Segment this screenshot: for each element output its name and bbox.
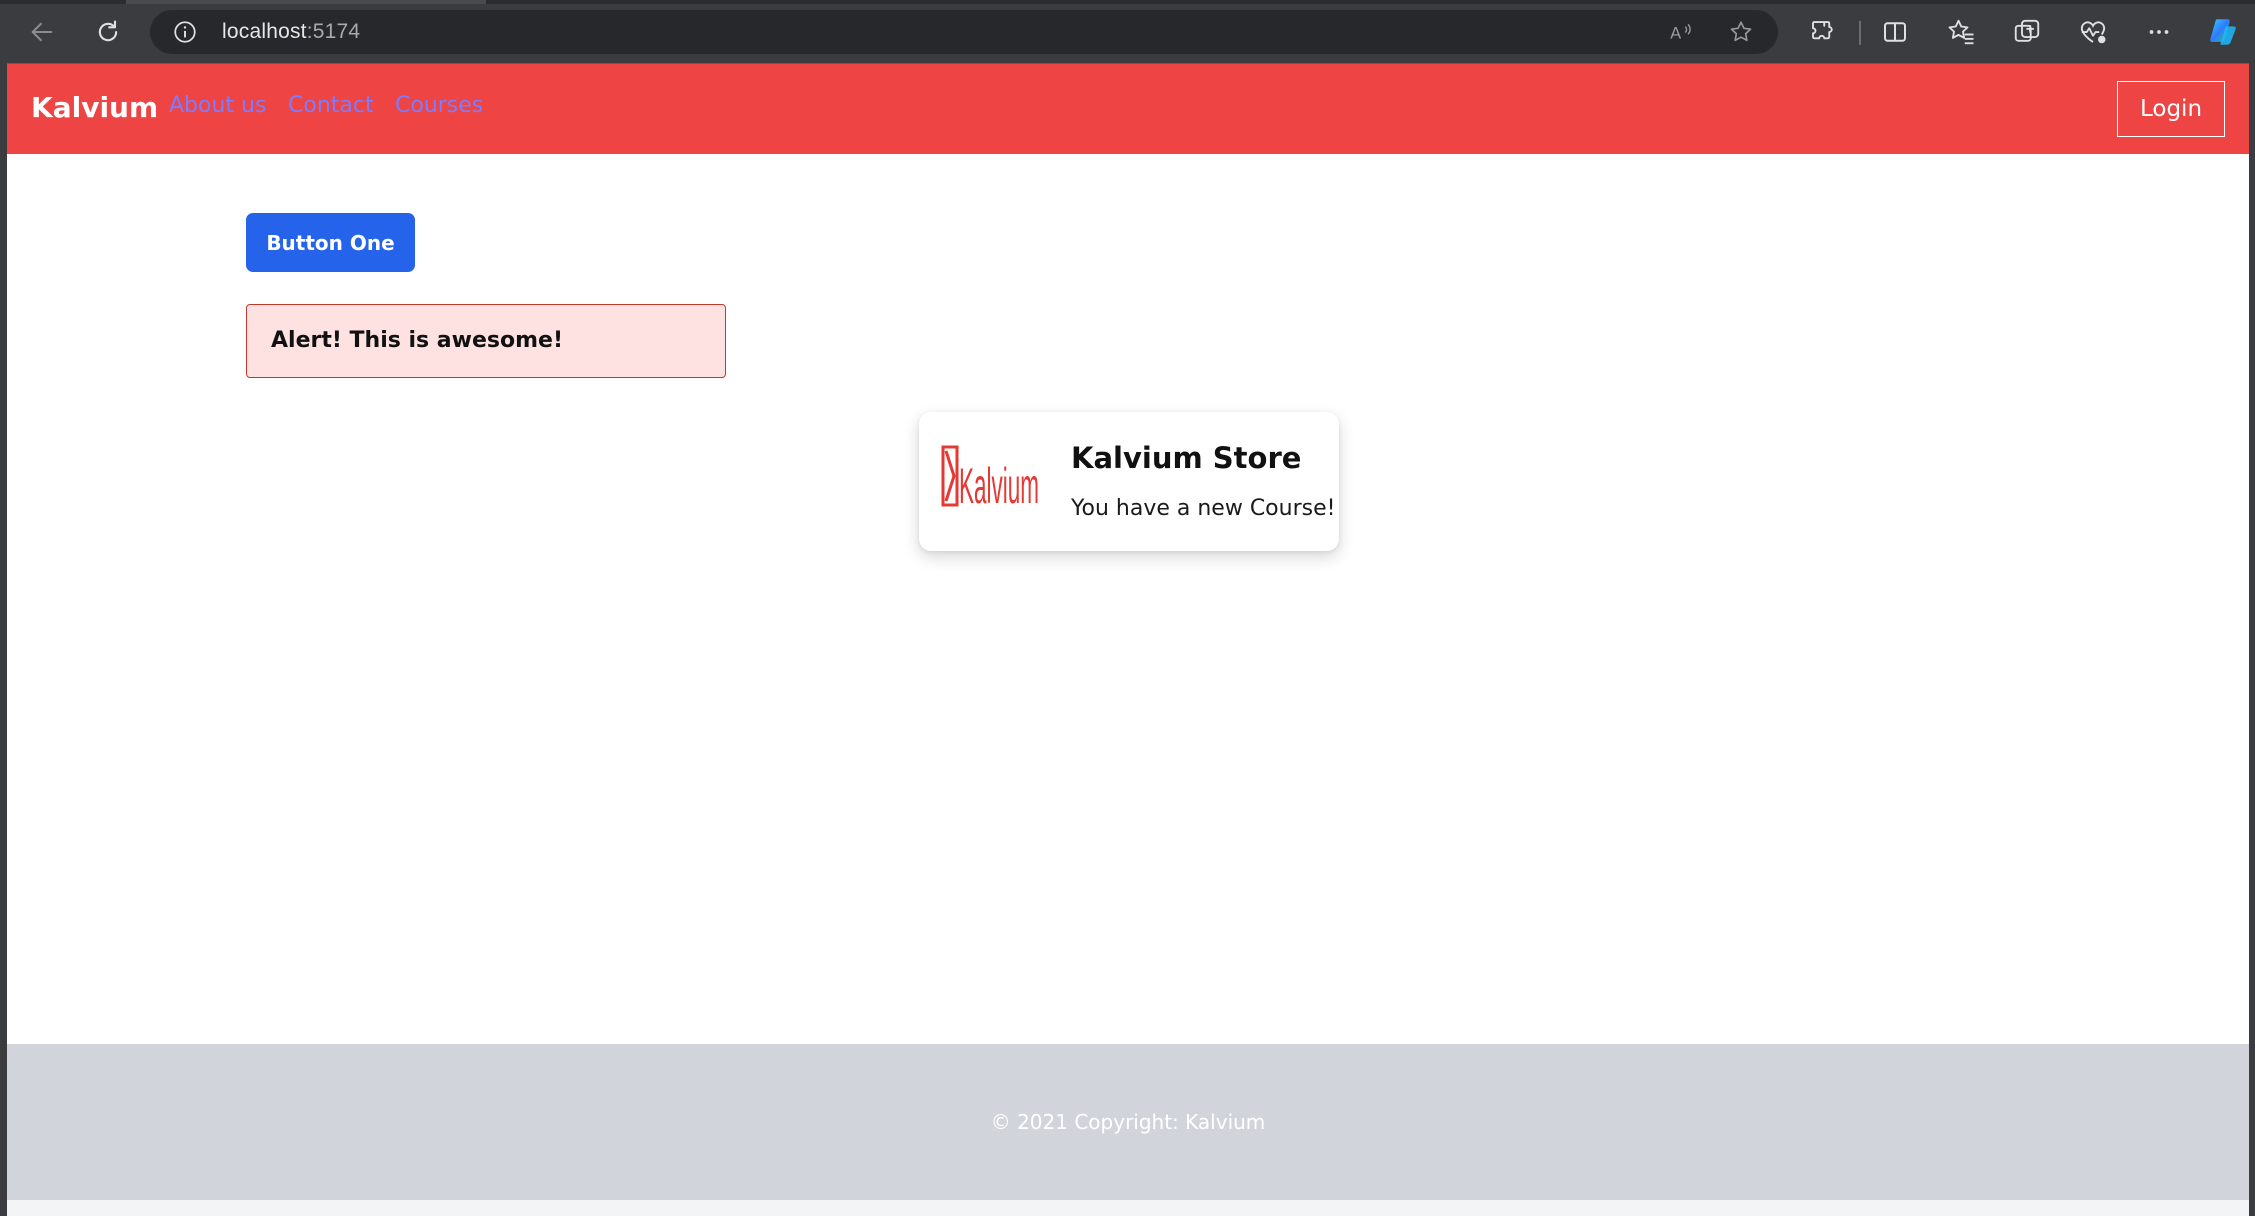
login-button[interactable]: Login xyxy=(2117,81,2225,137)
split-screen-icon[interactable] xyxy=(1880,17,1910,47)
read-aloud-icon[interactable]: A xyxy=(1668,19,1694,45)
nav-link-about-us[interactable]: About us xyxy=(169,93,266,118)
url-host: localhost xyxy=(222,20,307,43)
nav-link-courses[interactable]: Courses xyxy=(395,93,483,118)
url-port: :5174 xyxy=(306,20,361,43)
svg-text:A: A xyxy=(1670,24,1681,43)
card-title: Kalvium Store xyxy=(1071,441,1302,475)
brand-logo-text[interactable]: Kalvium xyxy=(31,91,158,124)
back-arrow-icon[interactable] xyxy=(24,14,60,50)
active-tab[interactable] xyxy=(126,0,486,4)
info-icon[interactable] xyxy=(172,19,198,45)
url-text[interactable]: localhost:5174 xyxy=(222,20,360,44)
bottom-strip xyxy=(7,1200,2249,1216)
collections-icon[interactable] xyxy=(2012,17,2042,47)
alert-text: Alert! This is awesome! xyxy=(271,328,563,353)
star-icon[interactable] xyxy=(1728,19,1754,45)
svg-text:Kalvium: Kalvium xyxy=(959,458,1039,514)
browser-toolbar: localhost:5174 A xyxy=(0,0,2255,63)
kalvium-logo: Kalvium xyxy=(941,445,1039,514)
card-text: You have a new Course! xyxy=(1071,496,1336,521)
nav-link-contact[interactable]: Contact xyxy=(288,93,374,118)
page-viewport: Kalvium About us Contact Courses Login B… xyxy=(7,63,2249,1216)
extensions-icon[interactable] xyxy=(1808,17,1838,47)
tab-strip xyxy=(0,0,2255,4)
address-bar[interactable]: localhost:5174 A xyxy=(150,10,1778,54)
navbar: Kalvium About us Contact Courses Login xyxy=(7,63,2249,154)
favorites-icon[interactable] xyxy=(1946,17,1976,47)
alert-box: Alert! This is awesome! xyxy=(246,304,726,378)
refresh-icon[interactable] xyxy=(90,14,126,50)
copilot-icon[interactable] xyxy=(2206,15,2240,49)
footer-copyright: © 2021 Copyright: Kalvium xyxy=(990,1110,1266,1134)
footer: © 2021 Copyright: Kalvium xyxy=(7,1044,2249,1200)
notification-card: Kalvium Kalvium Store You have a new Cou… xyxy=(919,412,1339,551)
button-one[interactable]: Button One xyxy=(246,213,415,272)
toolbar-divider xyxy=(1859,21,1861,45)
more-icon[interactable] xyxy=(2144,17,2174,47)
heart-pulse-icon[interactable] xyxy=(2078,17,2108,47)
